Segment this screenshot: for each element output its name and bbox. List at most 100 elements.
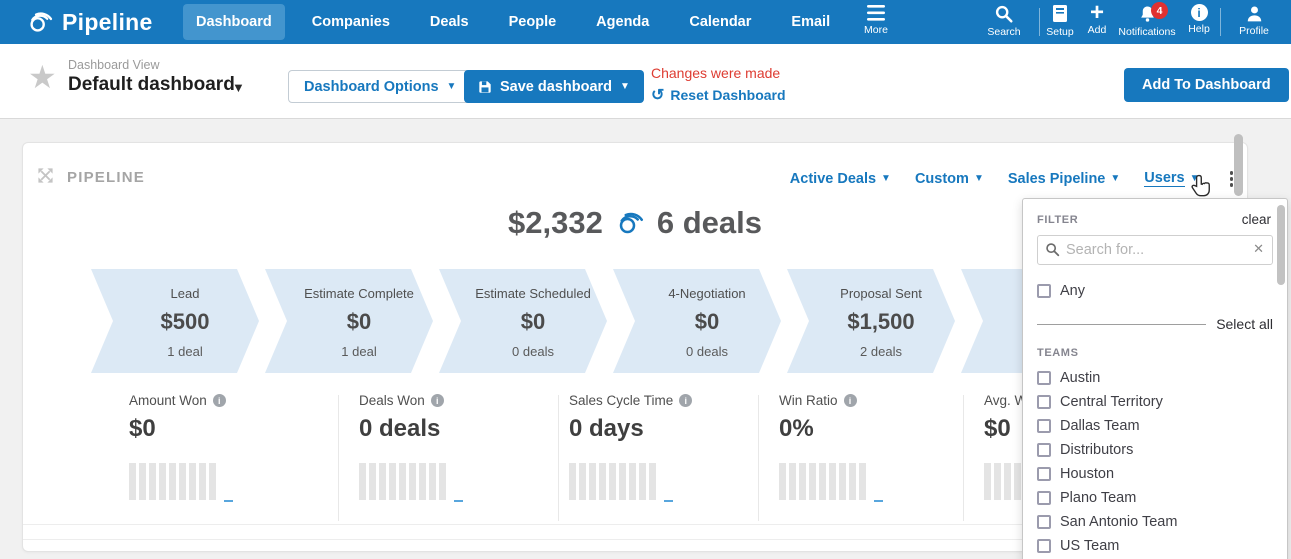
nav-help-label: Help: [1188, 23, 1210, 35]
filter-label: Custom: [915, 171, 969, 187]
metric-deals-won: Deals Won0 deals: [359, 393, 559, 500]
filter-any-option[interactable]: Any: [1037, 279, 1273, 303]
team-option-distributors[interactable]: Distributors: [1037, 438, 1273, 462]
brand[interactable]: Pipeline: [26, 0, 153, 44]
hamburger-icon: [866, 4, 886, 22]
filter-search-input[interactable]: [1037, 235, 1273, 265]
checkbox[interactable]: [1037, 467, 1051, 481]
pipeline-stage-lead[interactable]: Lead$5001 deal: [91, 269, 259, 373]
chevron-down-icon: ▼: [974, 174, 984, 184]
add-to-dashboard-button[interactable]: Add To Dashboard: [1124, 68, 1289, 102]
sparkline-marker: [454, 500, 463, 502]
sparkline-bar: [984, 463, 991, 500]
nav-profile-label: Profile: [1239, 25, 1269, 37]
widget-filter-users[interactable]: Users▼: [1144, 170, 1199, 187]
checkbox[interactable]: [1037, 515, 1051, 529]
dashboard-options-label: Dashboard Options: [304, 79, 439, 95]
checkbox[interactable]: [1037, 395, 1051, 409]
sparkline-bar: [399, 463, 406, 500]
sparkline-bar: [1004, 463, 1011, 500]
sparkline-bar: [129, 463, 136, 500]
nav-item-companies[interactable]: Companies: [299, 4, 403, 40]
teams-list: Austin Central Territory Dallas TeamDistri…: [1023, 366, 1287, 558]
pipeline-logo-icon: [26, 8, 54, 36]
info-icon[interactable]: [844, 394, 857, 407]
nav-item-email[interactable]: Email: [778, 4, 843, 40]
info-icon[interactable]: [679, 394, 692, 407]
sparkline-marker: [224, 500, 233, 502]
checkbox[interactable]: [1037, 419, 1051, 433]
sparkline-bar: [369, 463, 376, 500]
sparkline-bar: [849, 463, 856, 500]
metric-sales-cycle-time: Sales Cycle Time 0 days: [569, 393, 769, 500]
clear-filter-link[interactable]: clear: [1242, 212, 1271, 227]
nav-item-dashboard[interactable]: Dashboard: [183, 4, 285, 40]
star-icon[interactable]: ★: [28, 58, 57, 96]
metric-sparkline: [569, 460, 769, 500]
metric-value: 0%: [779, 415, 979, 443]
checkbox[interactable]: [1037, 443, 1051, 457]
nav-item-calendar[interactable]: Calendar: [676, 4, 764, 40]
pipeline-stage-4-negotiation[interactable]: 4-Negotiation$00 deals: [613, 269, 781, 373]
filter-panel-header: FILTER clear: [1037, 212, 1271, 227]
any-checkbox[interactable]: [1037, 284, 1051, 298]
metric-value: 0 deals: [359, 415, 559, 443]
dashboard-view-selector[interactable]: Default dashboard: [68, 74, 235, 96]
stage-amount: $0: [285, 309, 433, 335]
checkbox[interactable]: [1037, 539, 1051, 553]
filter-search: ✕: [1037, 235, 1273, 265]
save-dashboard-button[interactable]: Save dashboard ▼: [464, 70, 644, 103]
metric-amount-won: Amount Won$0: [129, 393, 329, 500]
info-icon[interactable]: [213, 394, 226, 407]
metric-label: Sales Cycle Time: [569, 393, 673, 408]
page-scrollbar[interactable]: [1234, 134, 1243, 196]
info-icon[interactable]: [431, 394, 444, 407]
chevron-down-icon[interactable]: ▼: [232, 80, 245, 95]
dashboard-options-button[interactable]: Dashboard Options ▼: [288, 70, 472, 103]
team-option-us-team[interactable]: US Team: [1037, 534, 1273, 558]
team-option-houston[interactable]: Houston: [1037, 462, 1273, 486]
brand-name: Pipeline: [62, 9, 153, 36]
sparkline-bar: [799, 463, 806, 500]
team-label: Central Territory: [1060, 394, 1163, 410]
select-all-row: Select all: [1037, 316, 1273, 332]
sparkline-bar: [789, 463, 796, 500]
nav-profile[interactable]: Profile: [1224, 4, 1284, 37]
chevron-down-icon: ▼: [1110, 174, 1120, 184]
reset-dashboard-link[interactable]: Reset Dashboard: [651, 85, 786, 105]
filter-panel-scrollbar[interactable]: [1277, 205, 1285, 285]
pipeline-stage-proposal-sent[interactable]: Proposal Sent$1,5002 deals: [787, 269, 955, 373]
profile-icon: [1245, 4, 1264, 23]
sparkline-bar: [139, 463, 146, 500]
team-option-central-territory[interactable]: Central Territory: [1037, 390, 1273, 414]
widget-filter-custom[interactable]: Custom ▼: [915, 171, 984, 187]
checkbox[interactable]: [1037, 491, 1051, 505]
team-option-dallas-team[interactable]: Dallas Team: [1037, 414, 1273, 438]
nav-item-deals[interactable]: Deals: [417, 4, 482, 40]
sparkline-bar: [619, 463, 626, 500]
checkbox[interactable]: [1037, 371, 1051, 385]
move-icon[interactable]: [37, 167, 54, 184]
widget-filter-active-deals[interactable]: Active Deals▼: [790, 171, 891, 187]
close-icon[interactable]: ✕: [1253, 241, 1264, 257]
pipeline-stage-estimate-complete[interactable]: Estimate Complete$01 deal: [265, 269, 433, 373]
team-option-san-antonio-team[interactable]: San Antonio Team: [1037, 510, 1273, 534]
sparkline-bar: [169, 463, 176, 500]
team-option-plano-team[interactable]: Plano Team: [1037, 486, 1273, 510]
nav-more[interactable]: More: [846, 4, 906, 36]
stage-name: Proposal Sent: [807, 286, 955, 301]
pipeline-stage-estimate-scheduled[interactable]: Estimate Scheduled$00 deals: [439, 269, 607, 373]
sparkline-marker: [874, 500, 883, 502]
widget-filter-sales-pipeline[interactable]: Sales Pipeline▼: [1008, 171, 1120, 187]
metric-value: 0 days: [569, 415, 769, 443]
sparkline-bar: [599, 463, 606, 500]
sparkline-bar: [1014, 463, 1021, 500]
team-option-austin[interactable]: Austin: [1037, 366, 1273, 390]
sparkline-bar: [409, 463, 416, 500]
select-all-link[interactable]: Select all: [1216, 316, 1273, 332]
nav-item-agenda[interactable]: Agenda: [583, 4, 662, 40]
dashboard-view-label: Dashboard View: [68, 58, 160, 72]
widget-title: PIPELINE: [67, 169, 145, 186]
nav-item-people[interactable]: People: [496, 4, 570, 40]
nav-search[interactable]: Search: [974, 4, 1034, 38]
